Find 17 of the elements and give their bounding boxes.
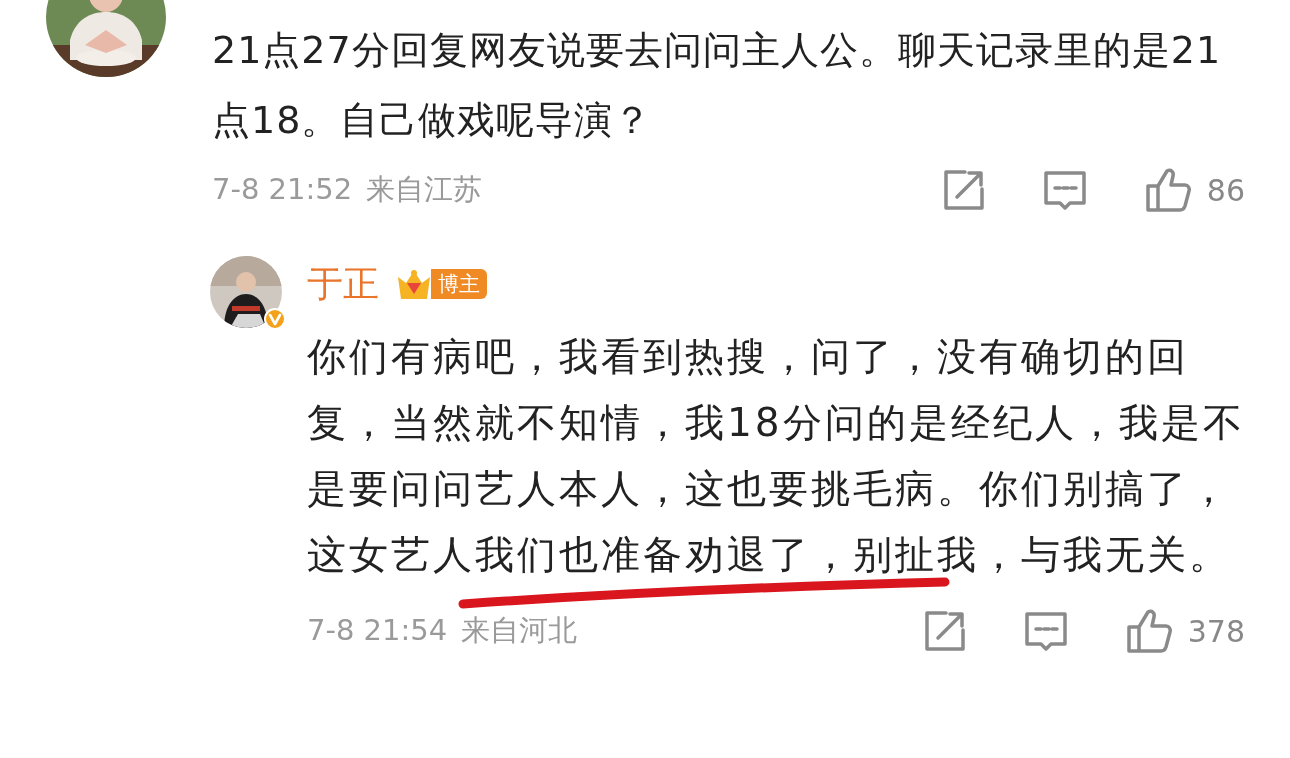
- timestamp: 7-8 21:52: [212, 171, 353, 209]
- comment-icon[interactable]: [1042, 170, 1087, 210]
- share-icon[interactable]: [923, 610, 966, 652]
- reply-text: 你们有病吧，我看到热搜，问了，没有确切的回复，当然就不知情，我18分问的是经纪人，我是不是要问问艺人本人，这也要挑毛病。你们别搞了，这女艺人我们也准备劝退了，别扯我，与我无关。: [307, 334, 1245, 577]
- like-count: 86: [1206, 171, 1245, 210]
- location-text: 来自河北: [461, 612, 578, 650]
- location-text: 来自江苏: [366, 171, 483, 209]
- like-count: 378: [1187, 612, 1245, 651]
- crown-icon: [395, 267, 431, 301]
- comment-icon[interactable]: [1023, 611, 1068, 651]
- comment-text: 21点27分回复网友说要去问问主人公。聊天记录里的是21点18。自己做戏呢导演？: [212, 27, 1223, 144]
- share-icon[interactable]: [942, 169, 985, 211]
- timestamp: 7-8 21:54: [307, 612, 448, 650]
- thumbs-up-icon[interactable]: [1144, 166, 1193, 214]
- username: 于正: [307, 262, 379, 306]
- thumbs-up-icon[interactable]: [1125, 607, 1174, 655]
- blogger-badge: 博主: [431, 269, 487, 299]
